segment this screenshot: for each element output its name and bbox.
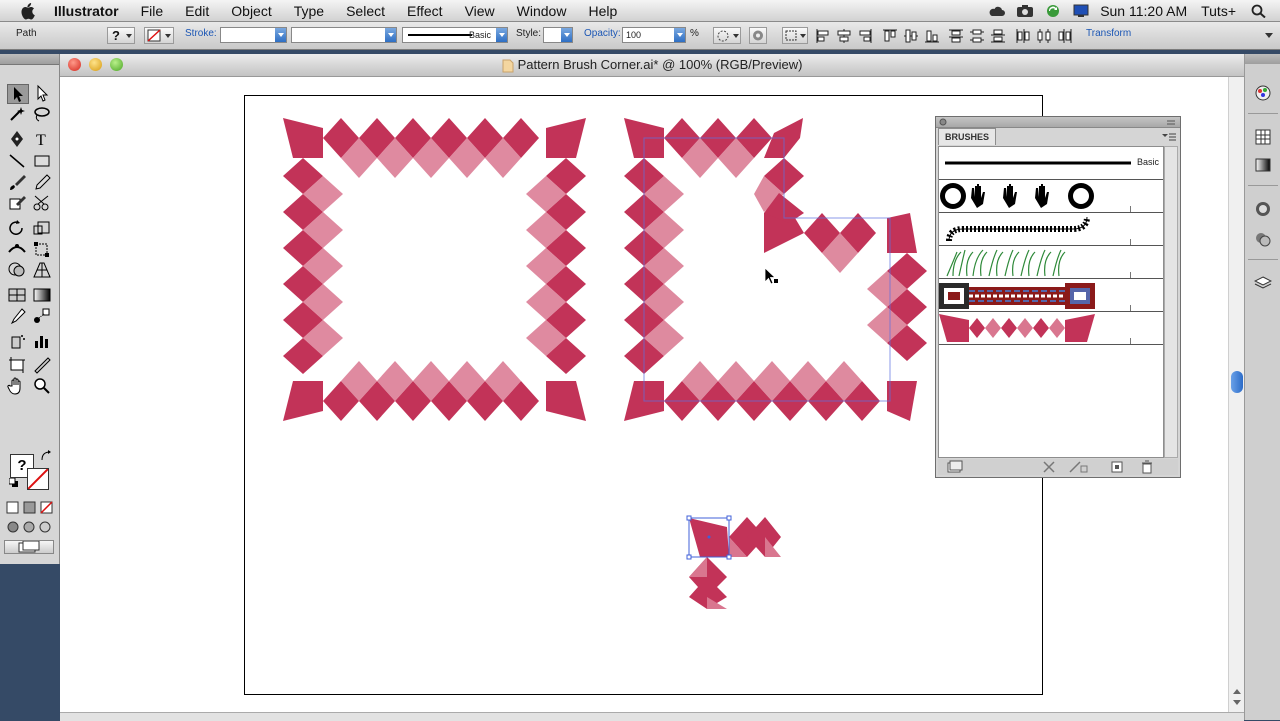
gradient-tool-icon[interactable]: [32, 286, 52, 304]
brush-libraries-menu-icon[interactable]: [946, 460, 964, 474]
brushes-panel: BRUSHES Basic: [935, 116, 1181, 478]
mouse-cursor-icon: [764, 267, 778, 285]
blob-brush-tool-icon[interactable]: [7, 194, 27, 212]
panel-menu-icon[interactable]: [1162, 132, 1176, 142]
rotate-tool-icon[interactable]: [7, 219, 27, 237]
pattern-brush-notched-frame[interactable]: [624, 118, 927, 421]
scroll-thumb[interactable]: [1231, 371, 1243, 393]
brush-railroad-pattern[interactable]: [939, 213, 1163, 246]
blend-tool-icon[interactable]: [32, 307, 52, 325]
screen-mode-button[interactable]: [4, 540, 54, 554]
gradient-panel-icon[interactable]: [1254, 156, 1272, 174]
brush-options-icon[interactable]: [1068, 460, 1088, 474]
brushes-panel-header[interactable]: [936, 117, 1180, 128]
brushes-scrollbar[interactable]: [1164, 146, 1178, 458]
symbol-sprayer-tool-icon[interactable]: [7, 332, 27, 350]
brushes-tab[interactable]: BRUSHES: [938, 128, 996, 145]
paintbrush-tool-icon[interactable]: [7, 173, 27, 191]
rectangle-tool-icon[interactable]: [32, 152, 52, 170]
stroke-swatch[interactable]: [27, 468, 49, 490]
shape-builder-tool-icon[interactable]: [7, 261, 27, 279]
free-transform-tool-icon[interactable]: [32, 240, 52, 258]
brush-basic-label: Basic: [1137, 157, 1160, 167]
delete-brush-icon[interactable]: [1140, 460, 1154, 474]
appearance-icon[interactable]: [1254, 200, 1272, 218]
line-segment-tool-icon[interactable]: [7, 152, 27, 170]
pencil-tool-icon[interactable]: [32, 173, 52, 191]
direct-selection-tool-icon[interactable]: [32, 84, 52, 102]
zoom-tool-icon[interactable]: [32, 377, 52, 395]
brush-list: Basic: [938, 146, 1164, 458]
color-guide-icon[interactable]: [1254, 84, 1272, 102]
hand-tool-icon[interactable]: [7, 377, 27, 395]
new-brush-icon[interactable]: [1110, 460, 1124, 474]
vertical-scrollbar[interactable]: [1228, 77, 1244, 720]
brush-grass-pattern[interactable]: [939, 246, 1163, 279]
width-tool-icon[interactable]: [7, 240, 27, 258]
remove-brush-stroke-icon[interactable]: [1042, 460, 1056, 474]
panel-dock: [1244, 54, 1280, 720]
brush-hands-pattern[interactable]: [939, 180, 1163, 213]
panel-collapse-icon[interactable]: [1166, 118, 1176, 126]
scroll-arrows-icon[interactable]: [1232, 687, 1242, 707]
mesh-tool-icon[interactable]: [7, 286, 27, 304]
brush-tribal-pattern[interactable]: [939, 279, 1163, 312]
eyedropper-tool-icon[interactable]: [7, 307, 27, 325]
artboard-tool-icon[interactable]: [7, 356, 27, 374]
brush-basic[interactable]: Basic: [939, 147, 1163, 180]
pattern-brush-square-frame[interactable]: [283, 118, 586, 421]
column-graph-tool-icon[interactable]: [32, 332, 52, 350]
panel-dock-header[interactable]: [1245, 54, 1280, 64]
lasso-tool-icon[interactable]: [32, 105, 52, 123]
scissors-tool-icon[interactable]: [32, 194, 52, 212]
magic-wand-tool-icon[interactable]: [7, 105, 27, 123]
layers-icon[interactable]: [1254, 274, 1272, 292]
drawing-mode-buttons[interactable]: [6, 520, 56, 534]
tools-panel-header[interactable]: [0, 54, 59, 65]
selection-tool-icon[interactable]: [7, 84, 29, 104]
tools-panel: T ?: [0, 54, 60, 564]
corner-tile-artwork[interactable]: [686, 515, 781, 609]
swap-fill-stroke-icon[interactable]: [40, 450, 52, 462]
swatches-icon[interactable]: [1254, 128, 1272, 146]
graphic-styles-icon[interactable]: [1254, 230, 1272, 248]
perspective-grid-tool-icon[interactable]: [32, 261, 52, 279]
brushes-panel-footer: [938, 459, 1178, 475]
color-mode-buttons[interactable]: [6, 501, 56, 515]
scale-tool-icon[interactable]: [32, 219, 52, 237]
type-tool-icon[interactable]: T: [32, 130, 52, 148]
svg-text:T: T: [36, 132, 46, 148]
slice-tool-icon[interactable]: [32, 356, 52, 374]
panel-close-icon[interactable]: [939, 118, 947, 126]
default-fill-stroke-icon[interactable]: [9, 478, 19, 488]
brush-diamond-pattern[interactable]: [939, 312, 1163, 345]
pen-tool-icon[interactable]: [7, 130, 27, 148]
